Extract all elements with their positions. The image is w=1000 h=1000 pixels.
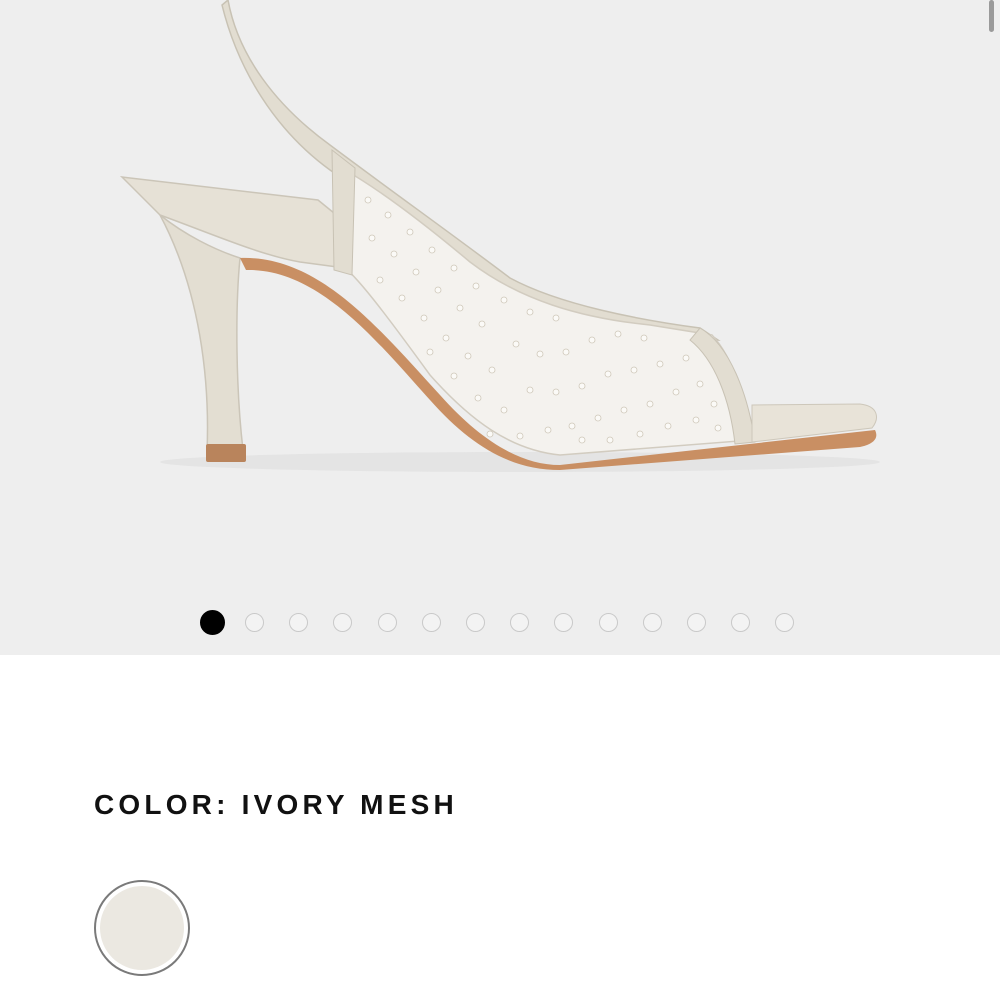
gallery-dot[interactable] (200, 610, 225, 635)
product-image-gallery[interactable] (0, 0, 1000, 655)
gallery-dot[interactable] (598, 613, 618, 632)
gallery-pagination (200, 610, 795, 635)
heel-counter (119, 176, 346, 269)
gallery-dot[interactable] (245, 613, 264, 632)
gallery-dot[interactable] (686, 613, 706, 632)
product-image[interactable] (0, 0, 1000, 600)
gallery-dot[interactable] (377, 613, 397, 632)
gallery-dot[interactable] (510, 613, 530, 632)
color-label: COLOR: IVORY MESH (94, 789, 458, 820)
scroll-indicator[interactable] (989, 0, 994, 32)
heel-tip (206, 444, 246, 462)
gallery-dot[interactable] (642, 613, 662, 632)
color-swatch-ivory-mesh[interactable] (94, 880, 190, 976)
swatch-fill (100, 886, 184, 970)
gallery-dot[interactable] (465, 613, 485, 632)
gallery-dot[interactable] (554, 613, 574, 632)
mesh-upper (344, 168, 753, 456)
gallery-dot[interactable] (289, 613, 309, 632)
gallery-dot[interactable] (731, 613, 751, 632)
mesh-binding (331, 148, 356, 276)
gallery-dot[interactable] (333, 613, 353, 632)
gallery-dot[interactable] (775, 613, 795, 632)
gallery-dot[interactable] (421, 613, 441, 632)
heel (159, 214, 244, 453)
